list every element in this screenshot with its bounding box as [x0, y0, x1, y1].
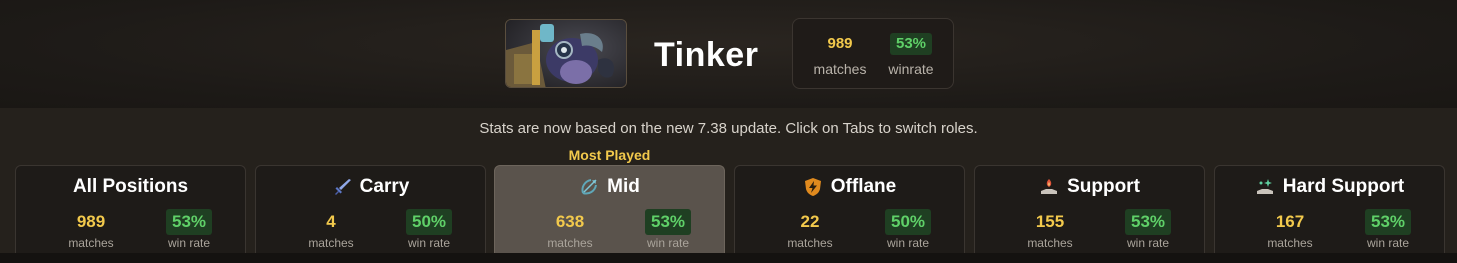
summary-matches-label: matches	[813, 61, 867, 77]
tab-matches-label: matches	[68, 236, 114, 250]
tab-offlane[interactable]: Offlane 22 matches 50% win rate	[734, 165, 965, 263]
hand-flame-icon	[1041, 179, 1058, 194]
tab-all-positions[interactable]: All Positions 989 matches 53% win rate	[15, 165, 246, 263]
bow-icon	[581, 179, 598, 195]
tab-matches-label: matches	[1027, 236, 1073, 250]
tab-winrate-value: 50%	[405, 209, 453, 235]
tab-winrate-value: 53%	[1364, 209, 1412, 235]
tab-winrate-label: win rate	[886, 236, 930, 250]
tab-winrate-label: win rate	[1366, 236, 1410, 250]
tab-winrate-value: 53%	[165, 209, 213, 235]
tab-title: Offlane	[830, 176, 897, 197]
summary-matches: 989 matches	[807, 33, 873, 77]
tab-title: Carry	[359, 176, 410, 197]
tab-title: All Positions	[72, 176, 189, 197]
hero-portrait-image	[505, 19, 627, 88]
tab-winrate-label: win rate	[1126, 236, 1170, 250]
tab-matches-value: 4	[326, 212, 336, 231]
tab-winrate-label: win rate	[407, 236, 451, 250]
summary-winrate: 53% winrate	[881, 33, 941, 77]
summary-matches-value: 989	[827, 35, 853, 52]
tab-matches-value: 638	[555, 212, 585, 231]
sword-icon	[334, 179, 351, 195]
tab-matches-label: matches	[1267, 236, 1313, 250]
tab-matches-label: matches	[547, 236, 593, 250]
tab-title: Mid	[607, 176, 640, 197]
hand-sparkle-icon	[1256, 179, 1273, 194]
hero-stats-page: Tinker 989 matches 53% winrate Stats are…	[0, 0, 1457, 263]
hero-summary-box: 989 matches 53% winrate	[792, 18, 954, 89]
tab-winrate-label: win rate	[646, 236, 690, 250]
stats-update-notice: Stats are now based on the new 7.38 upda…	[479, 120, 978, 137]
tab-matches-label: matches	[787, 236, 833, 250]
tinker-portrait-icon	[506, 20, 626, 87]
tab-carry[interactable]: Carry 4 matches 50% win rate	[255, 165, 486, 263]
tab-winrate-value: 50%	[884, 209, 932, 235]
tab-matches-value: 22	[800, 212, 820, 231]
most-played-label: Most Played	[568, 147, 651, 163]
tab-winrate-value: 53%	[644, 209, 692, 235]
tab-matches-value: 155	[1035, 212, 1065, 231]
tab-title: Hard Support	[1282, 176, 1405, 197]
hero-name: Tinker	[654, 36, 759, 74]
lightning-shield-icon	[804, 178, 821, 196]
summary-winrate-value: 53%	[889, 33, 933, 55]
summary-winrate-label: winrate	[888, 61, 934, 77]
tab-winrate-label: win rate	[167, 236, 211, 250]
bottom-divider	[0, 253, 1457, 263]
tab-support[interactable]: Support 155 matches 53% win rate	[974, 165, 1205, 263]
tab-hard-support[interactable]: Hard Support 167 matches 53% win rate	[1214, 165, 1445, 263]
tab-matches-value: 167	[1275, 212, 1305, 231]
tab-matches-label: matches	[308, 236, 354, 250]
tab-matches-value: 989	[76, 212, 106, 231]
tab-title: Support	[1067, 176, 1140, 197]
tab-mid[interactable]: Mid 638 matches 53% win rate	[494, 165, 725, 263]
tab-winrate-value: 53%	[1124, 209, 1172, 235]
